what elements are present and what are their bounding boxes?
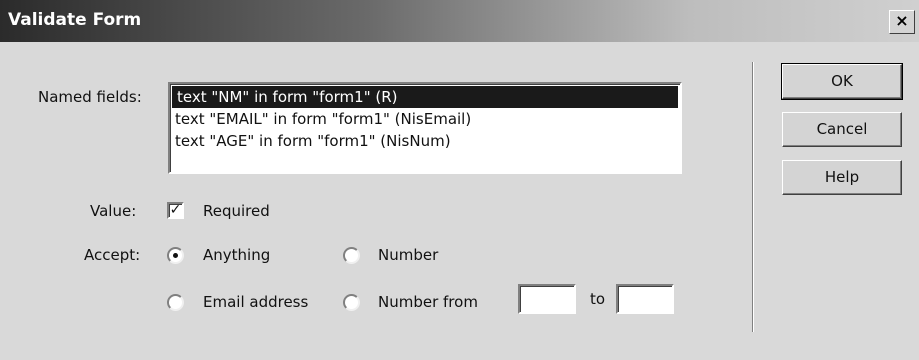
close-button[interactable]: ×: [889, 10, 915, 34]
to-label: to: [590, 290, 606, 308]
close-icon: ×: [895, 11, 909, 30]
radio-anything[interactable]: [167, 247, 184, 264]
number-from-input[interactable]: [518, 284, 576, 314]
radio-number[interactable]: [343, 247, 360, 264]
checkmark-icon: ✓: [169, 202, 182, 218]
cancel-button[interactable]: Cancel: [782, 112, 902, 147]
required-label: Required: [203, 202, 270, 220]
list-item[interactable]: text "EMAIL" in form "form1" (NisEmail): [170, 108, 680, 130]
title-bar[interactable]: Validate Form ×: [0, 0, 919, 42]
list-item[interactable]: text "AGE" in form "form1" (NisNum): [170, 130, 680, 152]
help-button[interactable]: Help: [782, 160, 902, 195]
value-label: Value:: [90, 202, 137, 220]
accept-label: Accept:: [84, 246, 141, 264]
named-fields-label: Named fields:: [38, 88, 142, 106]
named-fields-list[interactable]: text "NM" in form "form1" (R) text "EMAI…: [168, 82, 682, 174]
list-item[interactable]: text "NM" in form "form1" (R): [172, 86, 678, 108]
email-address-label: Email address: [203, 293, 309, 311]
required-checkbox[interactable]: ✓: [167, 202, 184, 219]
radio-number-from[interactable]: [343, 294, 360, 311]
separator: [752, 62, 754, 332]
number-to-input[interactable]: [616, 284, 674, 314]
number-label: Number: [378, 246, 439, 264]
window-title: Validate Form: [8, 10, 142, 30]
number-from-label: Number from: [378, 293, 478, 311]
anything-label: Anything: [203, 246, 271, 264]
radio-email-address[interactable]: [167, 294, 184, 311]
ok-button[interactable]: OK: [781, 63, 903, 100]
